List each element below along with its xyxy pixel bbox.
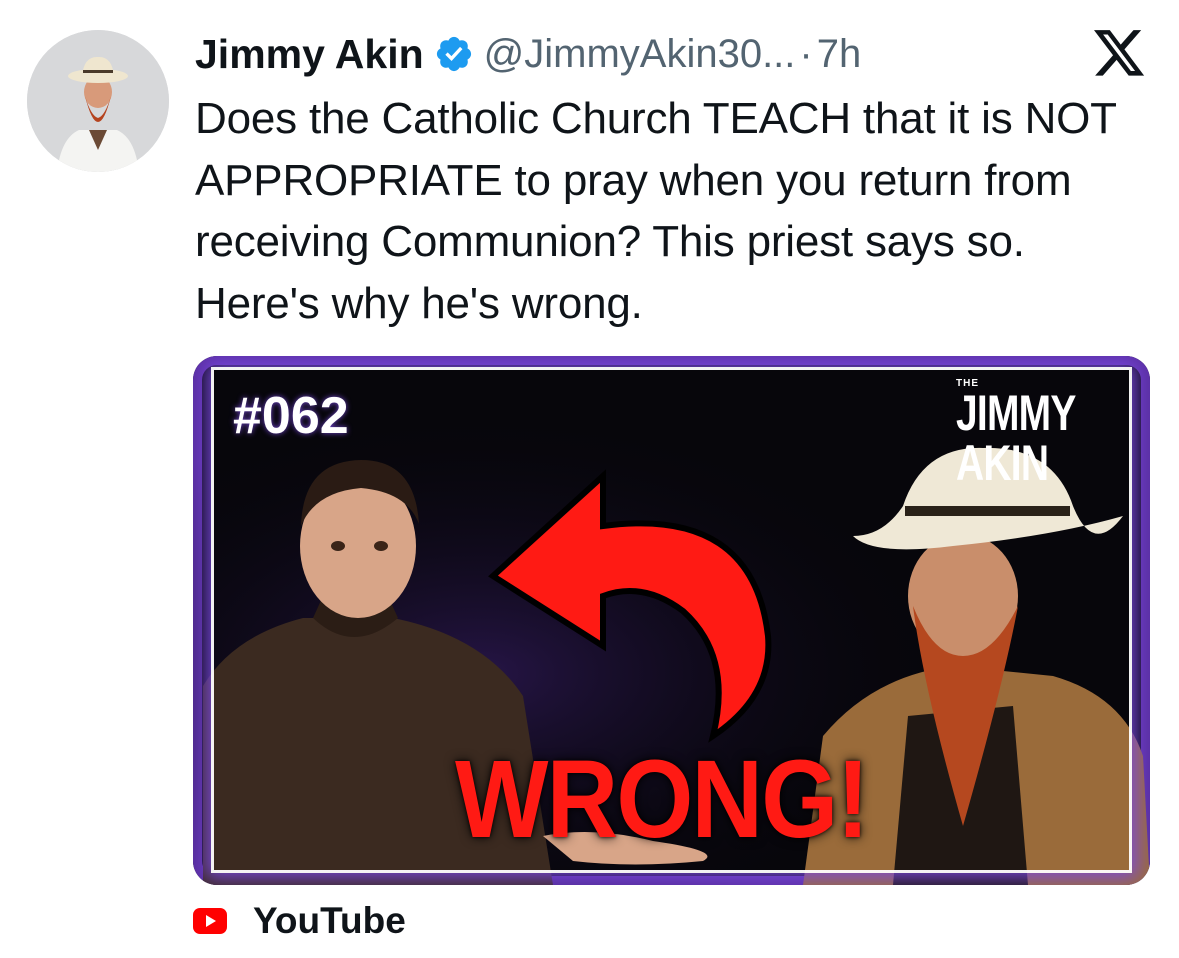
author-name[interactable]: Jimmy Akin	[195, 31, 424, 78]
link-card[interactable]: #062 THE JIMMY AKIN WRONG!	[193, 356, 1150, 885]
x-logo-icon[interactable]	[1094, 30, 1146, 78]
separator-dot: ·	[799, 31, 813, 76]
author-handle[interactable]: @JimmyAkin30...	[484, 32, 796, 77]
verified-badge-icon	[436, 36, 471, 72]
episode-number: #062	[233, 387, 349, 445]
thumbnail-headline: WRONG!	[455, 738, 869, 861]
source-label: YouTube	[253, 900, 406, 941]
author-avatar[interactable]	[27, 30, 169, 172]
tweet-header: Jimmy Akin @JimmyAkin30... · 7h	[195, 26, 861, 82]
avatar-portrait	[27, 30, 169, 172]
youtube-icon	[193, 908, 227, 934]
brand-name: JIMMY AKIN	[956, 385, 1076, 491]
tweet-text: Does the Catholic Church TEACH that it i…	[195, 94, 1117, 328]
card-source[interactable]: YouTube	[193, 900, 406, 942]
tweet-timestamp[interactable]: 7h	[817, 32, 862, 77]
